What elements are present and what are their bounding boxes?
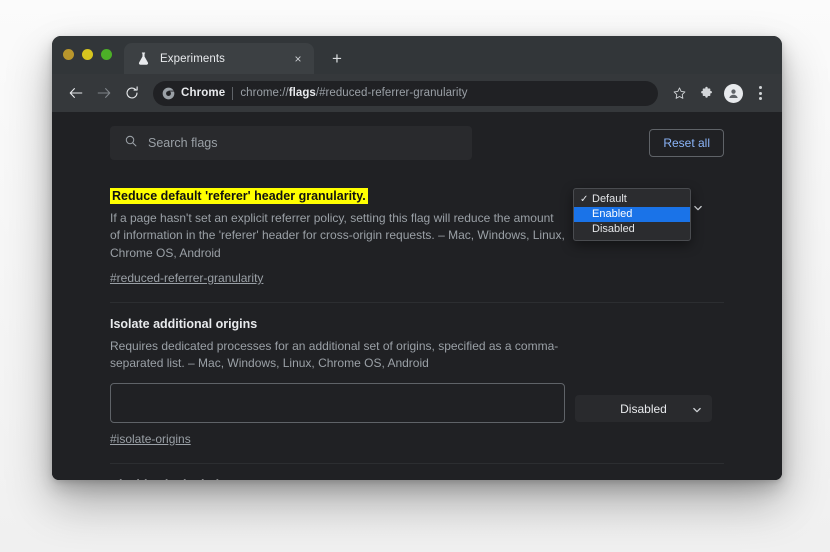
flag-select-value: Disabled	[620, 401, 667, 416]
dropdown-option-default[interactable]: ✓ Default	[574, 192, 690, 207]
security-chip: Chrome	[162, 87, 225, 100]
forward-arrow-icon[interactable]	[90, 80, 117, 107]
tab-strip: Experiments × +	[52, 36, 782, 74]
flag-description: Requires dedicated processes for an addi…	[110, 338, 559, 371]
flag-body: Reduce default 'referer' header granular…	[110, 187, 565, 287]
close-window-button[interactable]	[63, 48, 74, 60]
flag-title: Isolate additional origins	[110, 317, 258, 332]
flag-permalink[interactable]: #reduced-referrer-granularity	[110, 271, 263, 285]
chevron-down-icon	[692, 404, 702, 414]
maximize-window-button[interactable]	[101, 48, 112, 60]
isolate-origins-input[interactable]	[110, 382, 565, 423]
flask-icon	[136, 51, 151, 66]
search-input[interactable]: Search flags	[148, 136, 217, 150]
flag-entry-reduced-referrer-granularity: Reduce default 'referer' header granular…	[110, 173, 724, 302]
avatar[interactable]	[720, 80, 746, 106]
dropdown-option-label: Default	[592, 193, 627, 205]
flag-control: Default	[575, 478, 712, 480]
search-flags-field[interactable]: Search flags	[110, 126, 472, 160]
tab-title: Experiments	[160, 52, 226, 65]
flag-select-open[interactable]: ✓ Default Enabled Disabled	[573, 188, 712, 241]
back-arrow-icon[interactable]	[62, 80, 89, 107]
address-bar[interactable]: Chrome chrome://flags/#reduced-referrer-…	[153, 80, 658, 106]
star-icon[interactable]	[666, 80, 692, 106]
puzzle-piece-icon[interactable]	[693, 80, 719, 106]
flag-body: Disable site isolation Disables site iso…	[110, 478, 565, 480]
three-dot-menu-icon[interactable]	[747, 80, 773, 106]
flags-list: Reduce default 'referer' header granular…	[52, 173, 782, 480]
url-prefix: chrome://	[240, 87, 289, 99]
flag-title-wrap: Reduce default 'referer' header granular…	[110, 187, 565, 205]
flag-permalink[interactable]: #isolate-origins	[110, 432, 191, 446]
flags-page: Search flags Reset all Reduce default 'r…	[52, 112, 782, 480]
chrome-chip-label: Chrome	[181, 87, 226, 99]
browser-toolbar: Chrome chrome://flags/#reduced-referrer-…	[52, 74, 782, 112]
url-suffix: /#reduced-referrer-granularity	[315, 87, 468, 99]
flag-control: Disabled	[575, 317, 712, 423]
flag-select-isolate-origins[interactable]: Disabled	[575, 395, 712, 423]
search-icon	[124, 134, 138, 153]
flag-title: Disable site isolation	[110, 478, 565, 480]
dropdown-option-disabled[interactable]: Disabled	[574, 222, 690, 237]
close-icon[interactable]: ×	[290, 51, 306, 67]
flag-entry-isolate-origins: Isolate additional origins Requires dedi…	[110, 302, 724, 462]
omnibox-separator	[232, 86, 234, 100]
browser-tab[interactable]: Experiments ×	[124, 43, 314, 74]
check-icon: ✓	[580, 194, 589, 205]
dropdown-option-enabled[interactable]: Enabled	[574, 207, 690, 222]
window-traffic-lights	[63, 36, 112, 74]
reset-all-button[interactable]: Reset all	[649, 129, 724, 157]
browser-window: Experiments × + Chrome chrome://flags/#r…	[52, 36, 782, 480]
chrome-logo-icon	[162, 87, 175, 100]
reload-icon[interactable]	[118, 80, 145, 107]
flag-dropdown-menu[interactable]: ✓ Default Enabled Disabled	[573, 188, 691, 241]
chevron-down-icon[interactable]	[693, 200, 703, 211]
flag-body: Isolate additional origins Requires dedi…	[110, 317, 565, 447]
kebab-dots	[758, 86, 762, 100]
avatar-icon	[723, 83, 743, 103]
flags-search-row: Search flags Reset all	[52, 112, 782, 173]
minimize-window-button[interactable]	[82, 48, 93, 60]
dropdown-option-label: Enabled	[592, 208, 633, 220]
flag-entry-disable-site-isolation: Disable site isolation Disables site iso…	[110, 462, 724, 480]
url-text: chrome://flags/#reduced-referrer-granula…	[240, 87, 467, 99]
new-tab-button[interactable]: +	[324, 45, 350, 71]
url-bold-segment: flags	[288, 87, 316, 99]
flag-control: ✓ Default Enabled Disabled	[573, 187, 712, 241]
dropdown-option-label: Disabled	[592, 223, 635, 235]
flag-description: If a page hasn't set an explicit referre…	[110, 211, 565, 260]
page-title: Reduce default 'referer' header granular…	[110, 188, 368, 204]
